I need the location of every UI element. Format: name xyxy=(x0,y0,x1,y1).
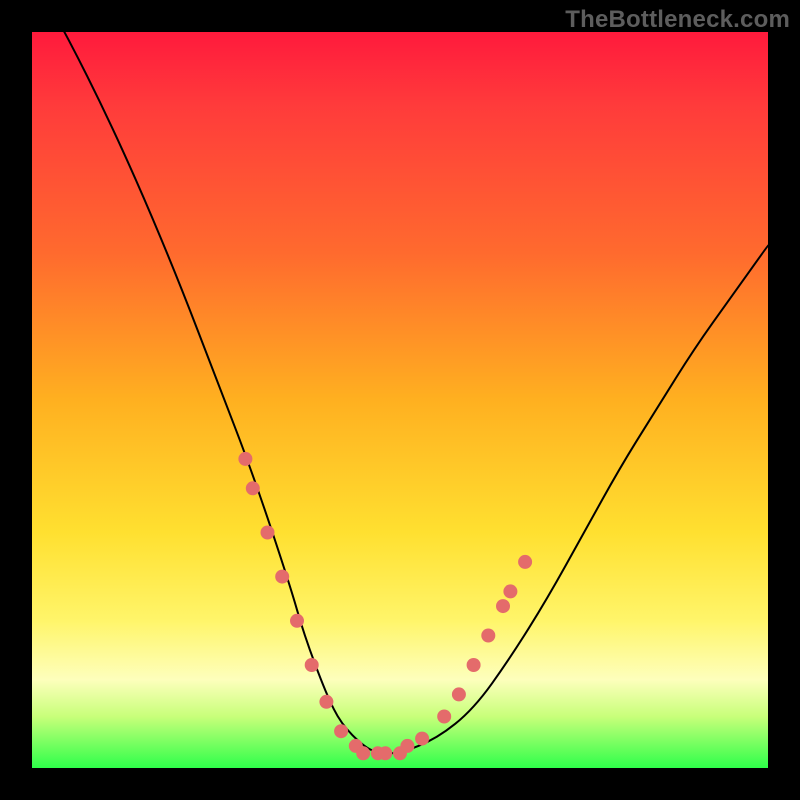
curve-dot xyxy=(261,526,275,540)
curve-dot xyxy=(305,658,319,672)
curve-dot xyxy=(246,481,260,495)
curve-dot xyxy=(452,687,466,701)
curve-dot xyxy=(496,599,510,613)
curve-dot xyxy=(518,555,532,569)
curve-dot xyxy=(334,724,348,738)
curve-dot xyxy=(400,739,414,753)
curve-dot xyxy=(437,710,451,724)
curve-dot xyxy=(481,629,495,643)
curve-dot xyxy=(319,695,333,709)
curve-dot xyxy=(415,732,429,746)
curve-dots xyxy=(238,452,532,760)
bottleneck-curve xyxy=(32,0,768,753)
curve-dot xyxy=(290,614,304,628)
curve-dot xyxy=(503,584,517,598)
plot-area xyxy=(32,32,768,768)
curve-dot xyxy=(378,746,392,760)
curve-layer xyxy=(32,32,768,768)
curve-dot xyxy=(238,452,252,466)
watermark-text: TheBottleneck.com xyxy=(565,6,790,34)
chart-stage: TheBottleneck.com xyxy=(0,0,800,800)
curve-dot xyxy=(275,570,289,584)
curve-dot xyxy=(356,746,370,760)
curve-dot xyxy=(467,658,481,672)
